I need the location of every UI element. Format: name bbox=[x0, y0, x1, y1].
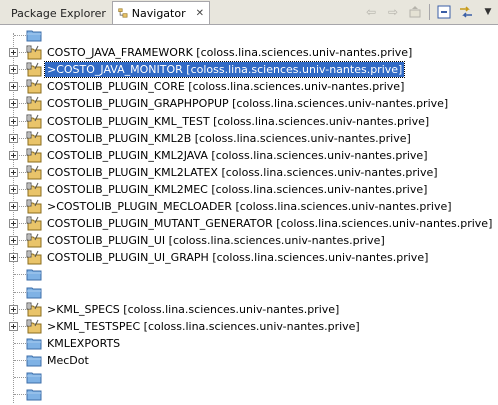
expand-icon[interactable] bbox=[9, 48, 18, 58]
expand-icon[interactable] bbox=[9, 116, 18, 126]
tree-item-project[interactable]: >KML_SPECS [coloss.lina.sciences.univ-na… bbox=[0, 301, 498, 318]
tree-item-label: COSTOLIB_PLUGIN_KML2MEC [coloss.lina.sci… bbox=[47, 182, 428, 196]
tree-item-label: >KML_SPECS [coloss.lina.sciences.univ-na… bbox=[47, 302, 340, 316]
tree-item-label: COSTOLIB_PLUGIN_UI_GRAPH [coloss.lina.sc… bbox=[47, 251, 429, 265]
expand-icon[interactable] bbox=[9, 304, 18, 314]
tree-item-project[interactable]: COSTOLIB_PLUGIN_KML2B [coloss.lina.scien… bbox=[0, 130, 498, 147]
back-icon[interactable]: ⇦ bbox=[363, 4, 379, 20]
tree-item-folder[interactable] bbox=[0, 266, 498, 283]
project-icon bbox=[26, 79, 42, 94]
tab-package-explorer-label: Package Explorer bbox=[11, 6, 106, 20]
expand-icon[interactable] bbox=[9, 236, 18, 246]
tree-item-project[interactable]: COSTOLIB_PLUGIN_GRAPHPOPUP [coloss.lina.… bbox=[0, 95, 498, 112]
project-icon bbox=[26, 216, 42, 231]
project-icon bbox=[26, 114, 42, 129]
tree-item-project[interactable]: COSTOLIB_PLUGIN_KML2MEC [coloss.lina.sci… bbox=[0, 181, 498, 198]
project-icon bbox=[26, 131, 42, 146]
tab-navigator[interactable]: Navigator ✕ bbox=[112, 1, 210, 24]
project-icon bbox=[26, 250, 42, 265]
tree-item-label: COSTOLIB_PLUGIN_UI [coloss.lina.sciences… bbox=[47, 234, 385, 248]
tree-item-project[interactable]: COSTOLIB_PLUGIN_CORE [coloss.lina.scienc… bbox=[0, 78, 498, 95]
up-icon[interactable] bbox=[407, 4, 423, 20]
tree-item-folder[interactable]: KMLEXPORTS bbox=[0, 335, 498, 352]
tree-item-project[interactable]: COSTOLIB_PLUGIN_KML_TEST [coloss.lina.sc… bbox=[0, 113, 498, 130]
expand-icon[interactable] bbox=[9, 219, 18, 229]
navigator-icon bbox=[118, 8, 128, 18]
folder-icon bbox=[26, 336, 42, 351]
tree-item-label: COSTOLIB_PLUGIN_KML_TEST [coloss.lina.sc… bbox=[47, 114, 430, 128]
folder-icon bbox=[26, 285, 42, 300]
project-icon bbox=[26, 319, 42, 334]
tree-item-project[interactable]: COSTO_JAVA_FRAMEWORK [coloss.lina.scienc… bbox=[0, 44, 498, 61]
tree-item-label: MecDot bbox=[47, 353, 89, 367]
tree-item-project[interactable]: COSTOLIB_PLUGIN_MUTANT_GENERATOR [coloss… bbox=[0, 215, 498, 232]
view-toolbar: ⇦ ⇨ ▼ bbox=[363, 3, 496, 21]
project-icon bbox=[26, 148, 42, 163]
tree-item-project[interactable]: >COSTOLIB_PLUGIN_MECLOADER [coloss.lina.… bbox=[0, 198, 498, 215]
navigator-tree[interactable]: COSTO_JAVA_FRAMEWORK [coloss.lina.scienc… bbox=[0, 24, 498, 405]
project-icon bbox=[26, 199, 42, 214]
project-icon bbox=[26, 165, 42, 180]
toolbar-separator bbox=[429, 4, 430, 20]
project-icon bbox=[26, 182, 42, 197]
tree-item-label: COSTOLIB_PLUGIN_CORE [coloss.lina.scienc… bbox=[47, 80, 405, 94]
forward-icon[interactable]: ⇨ bbox=[385, 4, 401, 20]
folder-icon bbox=[26, 267, 42, 282]
expand-icon[interactable] bbox=[9, 184, 18, 194]
tree-item-folder[interactable] bbox=[0, 369, 498, 386]
folder-icon bbox=[26, 353, 42, 368]
tree-item-project[interactable]: COSTOLIB_PLUGIN_UI [coloss.lina.sciences… bbox=[0, 232, 498, 249]
expand-icon[interactable] bbox=[9, 65, 18, 75]
tree-item-label: COSTOLIB_PLUGIN_MUTANT_GENERATOR [coloss… bbox=[47, 217, 493, 231]
tree-item-label: COSTOLIB_PLUGIN_KML2B [coloss.lina.scien… bbox=[47, 131, 411, 145]
tree-item-label: COSTOLIB_PLUGIN_GRAPHPOPUP [coloss.lina.… bbox=[47, 97, 449, 111]
collapse-all-icon[interactable] bbox=[436, 4, 452, 20]
tab-navigator-label: Navigator bbox=[131, 6, 186, 20]
expand-icon[interactable] bbox=[9, 150, 18, 160]
tree-item-folder[interactable] bbox=[0, 386, 498, 403]
project-icon bbox=[26, 302, 42, 317]
expand-icon[interactable] bbox=[9, 202, 18, 211]
tree-item-label: >COSTO_JAVA_MONITOR [coloss.lina.science… bbox=[43, 61, 406, 79]
project-icon bbox=[26, 45, 42, 60]
folder-icon bbox=[26, 370, 42, 385]
close-icon[interactable]: ✕ bbox=[196, 8, 204, 19]
tree-item-folder[interactable] bbox=[0, 284, 498, 301]
expand-icon[interactable] bbox=[9, 99, 18, 109]
project-icon bbox=[26, 62, 42, 77]
folder-icon bbox=[26, 387, 42, 402]
link-with-editor-icon[interactable] bbox=[458, 4, 474, 20]
project-icon bbox=[26, 96, 42, 111]
tree-item-label: KMLEXPORTS bbox=[47, 336, 121, 350]
tree-item-label: >KML_TESTSPEC [coloss.lina.sciences.univ… bbox=[47, 319, 360, 333]
tab-package-explorer[interactable]: Package Explorer bbox=[2, 2, 110, 24]
expand-icon[interactable] bbox=[9, 253, 18, 263]
tree-item-project[interactable]: >KML_TESTSPEC [coloss.lina.sciences.univ… bbox=[0, 318, 498, 335]
tree-item-project[interactable]: COSTOLIB_PLUGIN_KML2JAVA [coloss.lina.sc… bbox=[0, 147, 498, 164]
tree-item-project[interactable]: COSTOLIB_PLUGIN_KML2LATEX [coloss.lina.s… bbox=[0, 164, 498, 181]
expand-icon[interactable] bbox=[9, 321, 18, 331]
tree-item-project[interactable]: >COSTO_JAVA_MONITOR [coloss.lina.science… bbox=[0, 61, 498, 79]
tree-item-label: COSTOLIB_PLUGIN_KML2LATEX [coloss.lina.s… bbox=[47, 165, 438, 179]
tree-item-label: COSTOLIB_PLUGIN_KML2JAVA [coloss.lina.sc… bbox=[47, 148, 428, 162]
expand-icon[interactable] bbox=[9, 82, 18, 92]
folder-icon bbox=[26, 28, 42, 43]
expand-icon[interactable] bbox=[9, 133, 18, 143]
view-tab-bar: Package Explorer Navigator ✕ ⇦ ⇨ ▼ bbox=[0, 0, 498, 25]
tree-item-project[interactable]: COSTOLIB_PLUGIN_UI_GRAPH [coloss.lina.sc… bbox=[0, 249, 498, 266]
expand-icon[interactable] bbox=[9, 167, 18, 177]
tree-item-folder[interactable] bbox=[0, 27, 498, 44]
tree-item-folder[interactable]: MecDot bbox=[0, 352, 498, 369]
tree-item-label: COSTO_JAVA_FRAMEWORK [coloss.lina.scienc… bbox=[47, 46, 413, 60]
view-menu-icon[interactable]: ▼ bbox=[480, 4, 496, 20]
project-icon bbox=[26, 233, 42, 248]
tree-item-label: >COSTOLIB_PLUGIN_MECLOADER [coloss.lina.… bbox=[47, 200, 452, 213]
